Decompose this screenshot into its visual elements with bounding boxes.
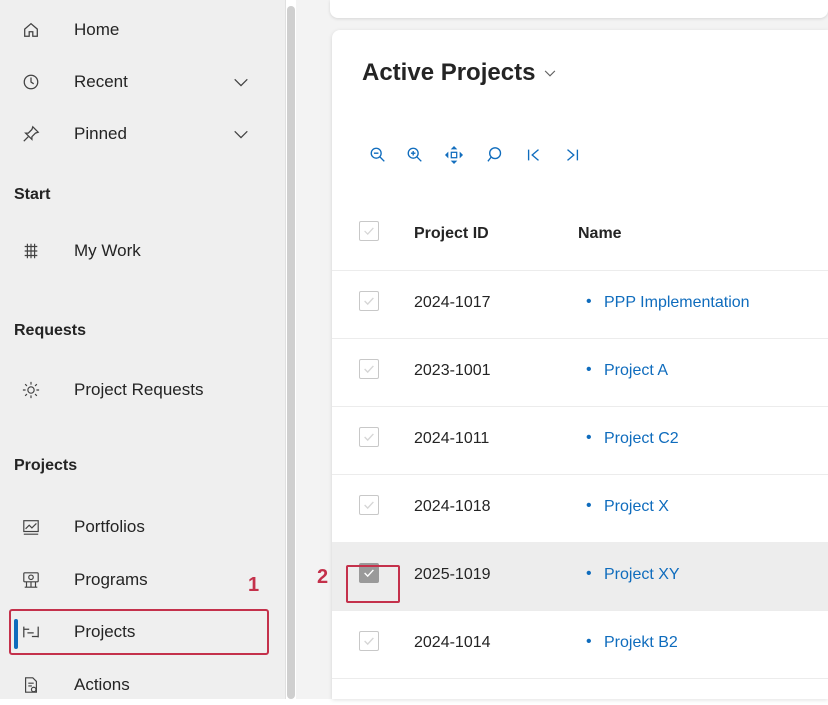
section-title-start: Start xyxy=(14,186,51,203)
sidebar-item-pinned[interactable]: Pinned xyxy=(0,114,280,154)
checkmark-icon xyxy=(364,365,374,374)
sidebar-nav: Home Recent Pinned Start My Work Request… xyxy=(0,0,286,699)
zoom-in-button[interactable] xyxy=(403,143,427,167)
column-header-name[interactable]: Name xyxy=(578,225,622,243)
bullet-marker: • xyxy=(586,633,592,650)
bullet-marker: • xyxy=(586,293,592,310)
project-name-link[interactable]: Project C2 xyxy=(604,430,679,448)
checkmark-icon xyxy=(364,433,374,442)
first-page-icon xyxy=(527,149,539,161)
home-icon xyxy=(20,19,42,41)
sidebar-item-label: Recent xyxy=(74,72,128,91)
checkmark-icon xyxy=(364,637,374,646)
project-id-cell: 2024-1018 xyxy=(414,498,491,515)
sidebar-item-label: Project Requests xyxy=(74,380,204,399)
checkmark-icon xyxy=(364,297,374,306)
annotation-highlight-projects xyxy=(9,609,269,655)
table-row[interactable]: 2023-1001 • Project A xyxy=(332,338,828,407)
sidebar-item-my-work[interactable]: My Work xyxy=(0,231,280,271)
table-row[interactable]: 2024-1018 • Project X xyxy=(332,474,828,543)
zoom-in-icon xyxy=(407,147,422,162)
projects-grid-card: Active Projects Project ID Name 2024-101… xyxy=(332,30,828,699)
row-checkbox[interactable] xyxy=(359,631,379,651)
sidebar-item-label: Pinned xyxy=(74,124,127,143)
sidebar-item-label: Programs xyxy=(74,570,148,589)
portfolio-icon xyxy=(20,516,42,538)
top-panel xyxy=(330,0,828,18)
section-title-projects: Projects xyxy=(14,457,78,474)
annotation-marker-1: 1 xyxy=(248,574,260,596)
last-page-icon xyxy=(567,149,579,161)
my-work-icon xyxy=(20,240,42,262)
annotation-marker-2: 2 xyxy=(317,566,329,588)
table-row[interactable]: 2024-1014 • Projekt B2 xyxy=(332,610,828,679)
search-icon xyxy=(487,147,502,162)
checkmark-icon xyxy=(364,227,374,235)
sidebar-item-label: Portfolios xyxy=(74,517,145,536)
actions-icon xyxy=(20,674,42,696)
bullet-marker: • xyxy=(586,497,592,514)
sidebar-item-recent[interactable]: Recent xyxy=(0,62,280,102)
lightbulb-icon xyxy=(20,379,42,401)
zoom-out-button[interactable] xyxy=(366,143,390,167)
row-checkbox[interactable] xyxy=(359,427,379,447)
section-title-requests: Requests xyxy=(14,322,87,339)
bullet-marker: • xyxy=(586,361,592,378)
bullet-marker: • xyxy=(586,429,592,446)
project-id-cell: 2024-1011 xyxy=(414,430,490,447)
pin-icon xyxy=(20,123,42,145)
project-name-link[interactable]: Projekt B2 xyxy=(604,634,678,652)
bullet-marker: • xyxy=(586,565,592,582)
sidebar-item-label: My Work xyxy=(74,241,141,260)
project-name-link[interactable]: Project XY xyxy=(604,566,680,584)
sidebar-item-actions[interactable]: Actions xyxy=(0,665,280,705)
table-row[interactable]: 2024-1017 • PPP Implementation xyxy=(332,270,828,339)
project-id-cell: 2024-1017 xyxy=(414,294,491,311)
search-button[interactable] xyxy=(484,143,508,167)
zoom-out-icon xyxy=(370,147,385,162)
checkmark-icon xyxy=(364,501,374,510)
programs-icon xyxy=(20,569,42,591)
annotation-highlight-checkbox xyxy=(346,565,400,603)
chevron-down-icon[interactable] xyxy=(232,125,250,143)
chevron-down-icon xyxy=(545,70,556,77)
chevron-down-icon[interactable] xyxy=(232,73,250,91)
sidebar-item-project-requests[interactable]: Project Requests xyxy=(0,370,280,410)
sidebar-item-portfolios[interactable]: Portfolios xyxy=(0,507,280,547)
project-name-link[interactable]: PPP Implementation xyxy=(604,294,750,312)
table-row[interactable]: 2025-1019 • Project XY xyxy=(332,542,828,611)
pan-button[interactable] xyxy=(442,143,466,167)
first-page-button[interactable] xyxy=(522,143,546,167)
sidebar-item-programs[interactable]: Programs xyxy=(0,560,280,600)
project-name-link[interactable]: Project A xyxy=(604,362,668,380)
select-all-checkbox[interactable] xyxy=(359,221,379,241)
column-header-project-id[interactable]: Project ID xyxy=(414,225,489,243)
row-checkbox[interactable] xyxy=(359,359,379,379)
last-page-button[interactable] xyxy=(560,143,584,167)
row-checkbox[interactable] xyxy=(359,291,379,311)
sidebar-item-home[interactable]: Home xyxy=(0,10,280,50)
view-selector[interactable]: Active Projects xyxy=(362,59,557,87)
table-row[interactable]: 2024-1011 • Project C2 xyxy=(332,406,828,475)
clock-icon xyxy=(20,71,42,93)
sidebar-item-label: Home xyxy=(74,20,120,39)
project-id-cell: 2023-1001 xyxy=(414,362,491,379)
pan-icon xyxy=(445,146,463,164)
project-id-cell: 2024-1014 xyxy=(414,634,491,651)
row-checkbox[interactable] xyxy=(359,495,379,515)
project-name-link[interactable]: Project X xyxy=(604,498,669,516)
project-id-cell: 2025-1019 xyxy=(414,566,491,583)
sidebar-item-label: Actions xyxy=(74,675,130,694)
grid-header-row: Project ID Name xyxy=(332,200,828,271)
sidebar-scrollbar[interactable] xyxy=(287,6,295,699)
view-title: Active Projects xyxy=(362,59,536,86)
